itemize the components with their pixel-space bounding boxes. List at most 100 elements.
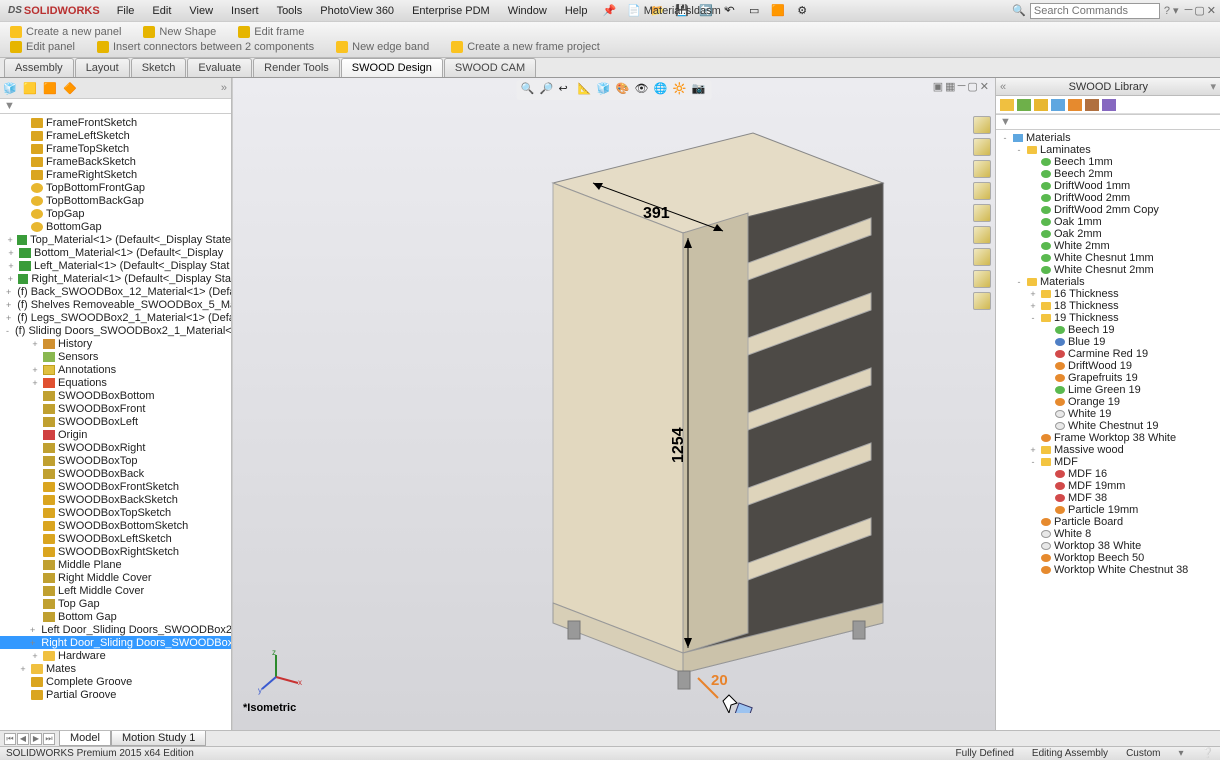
taskpane-design-lib-icon[interactable] — [973, 138, 991, 156]
expand-panel-icon[interactable]: » — [221, 82, 227, 94]
feature-node[interactable]: FrameBackSketch — [0, 155, 231, 168]
feature-node[interactable]: FrameLeftSketch — [0, 129, 231, 142]
feature-node[interactable]: +Bottom_Material<1> (Default<_Display — [0, 246, 231, 259]
library-node[interactable]: +18 Thickness — [996, 300, 1220, 312]
taskpane-swood3-icon[interactable] — [973, 292, 991, 310]
feature-node[interactable]: +Right_Material<1> (Default<_Display Sta — [0, 272, 231, 285]
library-node[interactable]: Particle 19mm — [996, 504, 1220, 516]
feature-node[interactable]: Origin — [0, 428, 231, 441]
feature-node[interactable]: SWOODBoxTopSketch — [0, 506, 231, 519]
menu-view[interactable]: View — [180, 2, 222, 20]
lib-tool-icon[interactable] — [1051, 99, 1065, 111]
feature-node[interactable]: Complete Groove — [0, 675, 231, 688]
library-node[interactable]: Worktop White Chestnut 38 — [996, 564, 1220, 576]
menu-file[interactable]: File — [108, 2, 144, 20]
feature-node[interactable]: SWOODBoxBottom — [0, 389, 231, 402]
feature-filter[interactable]: ▼ — [0, 98, 231, 114]
feature-node[interactable]: Partial Groove — [0, 688, 231, 701]
feature-node[interactable]: TopGap — [0, 207, 231, 220]
feature-node[interactable]: Left Middle Cover — [0, 584, 231, 597]
library-node[interactable]: MDF 16 — [996, 468, 1220, 480]
view-orient-icon[interactable]: 🧊 — [597, 82, 613, 98]
menu-insert[interactable]: Insert — [222, 2, 268, 20]
cmtab-sketch[interactable]: Sketch — [131, 58, 187, 77]
library-node[interactable]: Lime Green 19 — [996, 384, 1220, 396]
cmtab-swood-design[interactable]: SWOOD Design — [341, 58, 443, 77]
feature-node[interactable]: SWOODBoxFrontSketch — [0, 480, 231, 493]
next-icon[interactable]: ▶ — [30, 733, 42, 745]
library-node[interactable]: Beech 1mm — [996, 156, 1220, 168]
feature-node[interactable]: +Left Door_Sliding Doors_SWOODBox2_1_Mat… — [0, 623, 231, 636]
cmtab-assembly[interactable]: Assembly — [4, 58, 74, 77]
library-node[interactable]: DriftWood 1mm — [996, 180, 1220, 192]
vp-max-icon[interactable]: ▢ — [967, 80, 977, 93]
library-node[interactable]: -Laminates — [996, 144, 1220, 156]
taskpane-swood2-icon[interactable] — [973, 270, 991, 288]
display-style-icon[interactable]: 🎨 — [616, 82, 632, 98]
library-node[interactable]: -Materials — [996, 276, 1220, 288]
swood-insert-connectors-between-2-components[interactable]: Insert connectors between 2 components — [93, 40, 318, 54]
library-node[interactable]: -MDF — [996, 456, 1220, 468]
feature-node[interactable]: TopBottomFrontGap — [0, 181, 231, 194]
scene-icon[interactable]: 🔆 — [673, 82, 689, 98]
swood-new-edge-band[interactable]: New edge band — [332, 40, 433, 54]
library-node[interactable]: Blue 19 — [996, 336, 1220, 348]
taskpane-file-explorer-icon[interactable] — [973, 160, 991, 178]
library-node[interactable]: White Chesnut 2mm — [996, 264, 1220, 276]
library-node[interactable]: Frame Worktop 38 White — [996, 432, 1220, 444]
feature-node[interactable]: +(f) Legs_SWOODBox2_1_Material<1> (Defau… — [0, 311, 231, 324]
zoom-area-icon[interactable]: 🔎 — [540, 82, 556, 98]
last-icon[interactable]: ⏭ — [43, 733, 55, 745]
menu-tools[interactable]: Tools — [268, 2, 312, 20]
first-icon[interactable]: ⏮ — [4, 733, 16, 745]
feature-node[interactable]: -(f) Sliding Doors_SWOODBox2_1_Material<… — [0, 324, 231, 337]
feature-node[interactable]: SWOODBoxTop — [0, 454, 231, 467]
help-pin-icon[interactable]: 📌 — [602, 4, 616, 17]
feature-tree[interactable]: FrameFrontSketchFrameLeftSketchFrameTopS… — [0, 114, 231, 730]
search-commands-input[interactable] — [1030, 3, 1160, 19]
taskpane-home-icon[interactable] — [973, 116, 991, 134]
feature-node[interactable]: SWOODBoxLeftSketch — [0, 532, 231, 545]
section-view-icon[interactable]: 📐 — [578, 82, 594, 98]
vp-cascade-icon[interactable]: ▣ — [933, 80, 943, 93]
prev-view-icon[interactable]: ↩ — [559, 82, 575, 98]
cmtab-layout[interactable]: Layout — [75, 58, 130, 77]
feature-node[interactable]: Right Middle Cover — [0, 571, 231, 584]
property-tab-icon[interactable]: 🟨 — [21, 80, 39, 96]
feature-node[interactable]: +Annotations — [0, 363, 231, 376]
feature-node[interactable]: SWOODBoxLeft — [0, 415, 231, 428]
library-node[interactable]: Carmine Red 19 — [996, 348, 1220, 360]
library-node[interactable]: White 19 — [996, 408, 1220, 420]
feature-node[interactable]: Top Gap — [0, 597, 231, 610]
library-node[interactable]: White 8 — [996, 528, 1220, 540]
feature-node[interactable]: +(f) Shelves Removeable_SWOODBox_5_Mater… — [0, 298, 231, 311]
library-node[interactable]: Oak 1mm — [996, 216, 1220, 228]
feature-node[interactable]: +Mates — [0, 662, 231, 675]
feature-node[interactable]: SWOODBoxBottomSketch — [0, 519, 231, 532]
options-icon[interactable]: ⚙ — [792, 2, 812, 20]
rebuild-icon[interactable]: 🟧 — [768, 2, 788, 20]
library-node[interactable]: MDF 38 — [996, 492, 1220, 504]
lib-tool4-icon[interactable] — [1102, 99, 1116, 111]
library-node[interactable]: Beech 19 — [996, 324, 1220, 336]
zoom-fit-icon[interactable]: 🔍 — [521, 82, 537, 98]
prev-icon[interactable]: ◀ — [17, 733, 29, 745]
library-tree[interactable]: -Materials-LaminatesBeech 1mmBeech 2mmDr… — [996, 130, 1220, 730]
library-node[interactable]: White 2mm — [996, 240, 1220, 252]
search-icon[interactable]: 🔍 — [1012, 4, 1026, 17]
feature-node[interactable]: Middle Plane — [0, 558, 231, 571]
library-node[interactable]: -Materials — [996, 132, 1220, 144]
bottom-tab-model[interactable]: Model — [59, 731, 111, 746]
library-node[interactable]: -19 Thickness — [996, 312, 1220, 324]
swood-edit-frame[interactable]: Edit frame — [234, 25, 308, 39]
taskpane-swood1-icon[interactable] — [973, 248, 991, 266]
feature-node[interactable]: +Hardware — [0, 649, 231, 662]
library-node[interactable]: +16 Thickness — [996, 288, 1220, 300]
bottom-tab-motion-study-1[interactable]: Motion Study 1 — [111, 731, 206, 746]
library-node[interactable]: +Massive wood — [996, 444, 1220, 456]
library-node[interactable]: Worktop Beech 50 — [996, 552, 1220, 564]
library-node[interactable]: White Chestnut 19 — [996, 420, 1220, 432]
library-node[interactable]: DriftWood 2mm Copy — [996, 204, 1220, 216]
vp-min-icon[interactable]: ─ — [958, 80, 966, 93]
library-node[interactable]: DriftWood 2mm — [996, 192, 1220, 204]
